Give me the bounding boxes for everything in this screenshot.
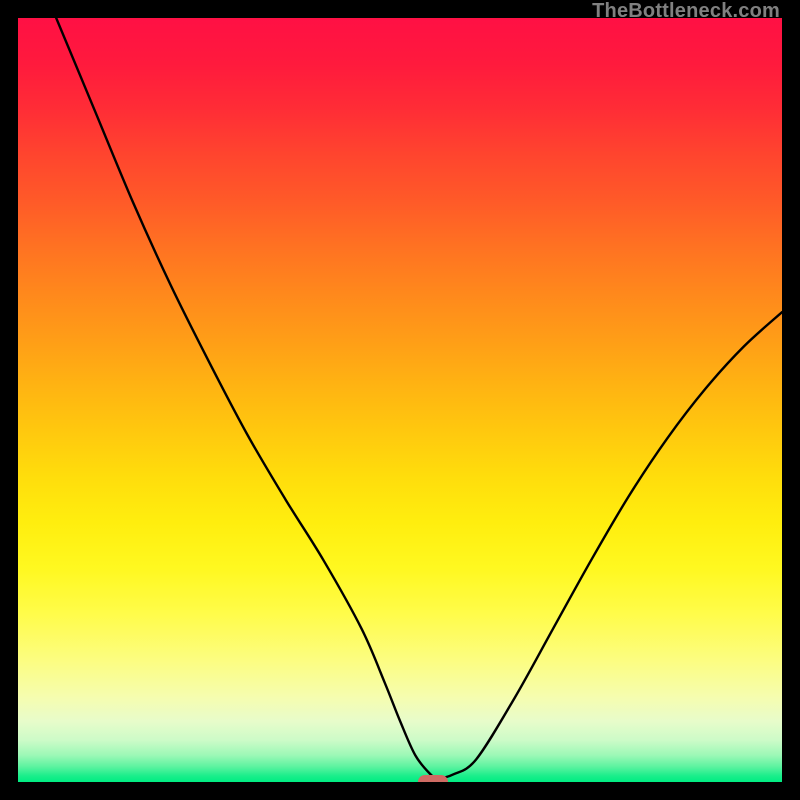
plot-area [18, 18, 782, 782]
chart-container: TheBottleneck.com [0, 0, 800, 800]
gradient-background [18, 18, 782, 782]
optimal-marker [418, 775, 449, 782]
